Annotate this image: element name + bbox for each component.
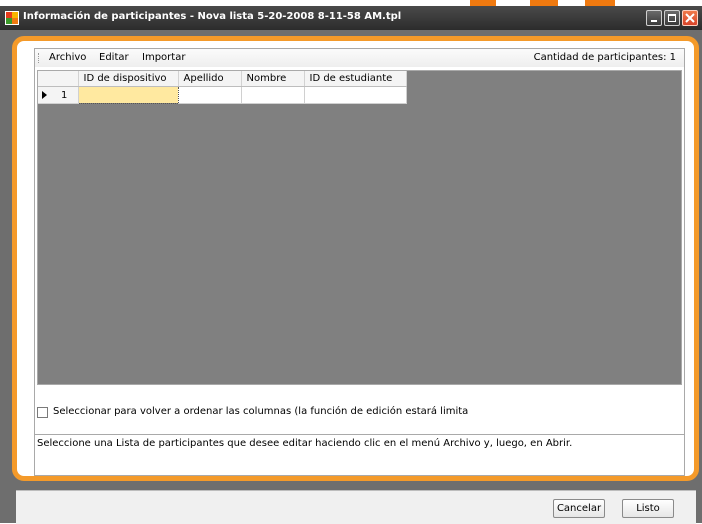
cell-last-name[interactable] <box>178 86 242 104</box>
participants-table: ID de dispositivo Apellido Nombre ID de … <box>38 71 407 104</box>
maximize-button[interactable] <box>664 10 680 26</box>
cell-first-name[interactable] <box>241 86 305 104</box>
current-row-arrow-icon <box>42 90 47 99</box>
column-header-first-name[interactable]: Nombre <box>241 71 305 87</box>
menu-archivo[interactable]: Archivo <box>49 52 86 63</box>
participant-info-window: Información de participantes - Nova list… <box>0 6 702 524</box>
status-message-box: Seleccione una Lista de participantes qu… <box>35 434 684 475</box>
title-bar[interactable]: Información de participantes - Nova list… <box>0 6 702 30</box>
menu-bar: Archivo Editar Importar Cantidad de part… <box>35 49 684 67</box>
cancel-button[interactable]: Cancelar <box>553 499 605 518</box>
table-header-row: ID de dispositivo Apellido Nombre ID de … <box>38 71 407 87</box>
reorder-columns-label[interactable]: Seleccionar para volver a ordenar las co… <box>53 406 468 417</box>
minimize-button[interactable] <box>646 10 662 26</box>
row-header-corner[interactable] <box>38 71 79 87</box>
close-icon <box>685 13 695 23</box>
toolbar-grip[interactable] <box>38 53 40 63</box>
column-header-student-id[interactable]: ID de estudiante <box>304 71 407 87</box>
status-message: Seleccione una Lista de participantes qu… <box>37 438 573 449</box>
done-button[interactable]: Listo <box>622 499 674 518</box>
menu-importar[interactable]: Importar <box>142 52 185 63</box>
cell-student-id[interactable] <box>304 86 407 104</box>
row-number: 1 <box>61 89 68 101</box>
participants-grid[interactable]: ID de dispositivo Apellido Nombre ID de … <box>37 70 682 385</box>
column-header-last-name[interactable]: Apellido <box>178 71 242 87</box>
row-header[interactable]: 1 <box>38 86 79 104</box>
menu-editar[interactable]: Editar <box>99 52 129 63</box>
column-header-device-id[interactable]: ID de dispositivo <box>78 71 179 87</box>
dialog-button-bar: Cancelar Listo <box>16 490 696 524</box>
reorder-columns-checkbox[interactable] <box>37 407 48 418</box>
close-button[interactable] <box>682 10 698 26</box>
app-icon <box>5 11 19 25</box>
cell-device-id[interactable] <box>77 85 179 104</box>
table-row[interactable]: 1 <box>38 85 407 104</box>
participant-editor-panel: Archivo Editar Importar Cantidad de part… <box>34 48 685 476</box>
participant-count-label: Cantidad de participantes: 1 <box>533 52 676 63</box>
window-title: Información de participantes - Nova list… <box>23 11 402 22</box>
